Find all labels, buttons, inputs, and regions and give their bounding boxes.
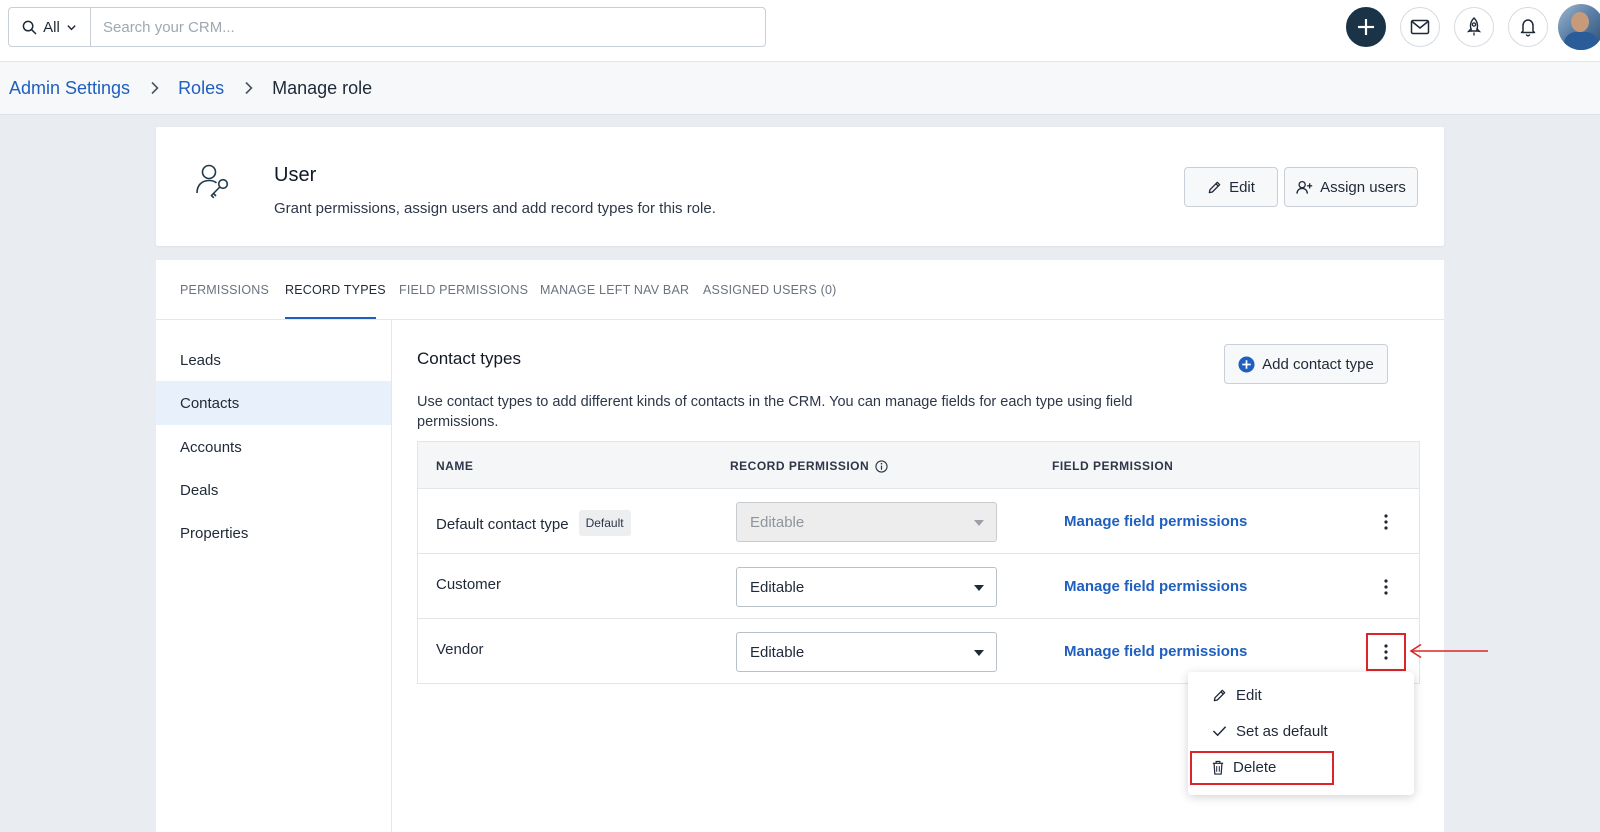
plus-icon (1358, 19, 1374, 35)
tab-record-types[interactable]: RECORD TYPES (285, 283, 386, 297)
manage-field-permissions-link[interactable]: Manage field permissions (1064, 643, 1247, 660)
bell-icon (1520, 19, 1536, 37)
caret-down-icon (974, 650, 984, 656)
chevron-down-icon (67, 24, 76, 30)
search-icon (22, 20, 37, 34)
record-permission-select: Editable (736, 502, 997, 542)
user-avatar[interactable] (1558, 4, 1600, 50)
assign-users-button[interactable]: Assign users (1284, 167, 1418, 207)
record-permission-value: Editable (750, 578, 805, 596)
record-permission-value: Editable (750, 643, 805, 661)
contact-types-table: NAME RECORD PERMISSION FIELD PERMISSION … (417, 441, 1420, 684)
table-header: NAME RECORD PERMISSION FIELD PERMISSION (417, 441, 1420, 489)
top-actions (1346, 4, 1600, 50)
edit-role-label: Edit (1229, 178, 1255, 196)
kebab-menu-icon (1384, 579, 1388, 595)
column-header-field-permission-label: FIELD PERMISSION (1052, 459, 1174, 473)
manage-field-permissions-link[interactable]: Manage field permissions (1064, 578, 1247, 595)
record-permission-select[interactable]: Editable (736, 567, 997, 607)
manage-field-permissions-link[interactable]: Manage field permissions (1064, 513, 1247, 530)
info-icon[interactable] (875, 459, 888, 473)
table-row: Customer Editable Manage field permissio… (417, 554, 1420, 619)
search-scope-dropdown[interactable]: All (9, 8, 91, 46)
record-type-nav: Leads Contacts Accounts Deals Properties (156, 320, 392, 832)
row-name: Vendor (436, 641, 484, 658)
chevron-right-icon (244, 81, 254, 95)
column-header-record-permission: RECORD PERMISSION (730, 459, 888, 473)
mail-button[interactable] (1400, 7, 1440, 47)
row-actions-menu: Edit Set as default Delete (1188, 672, 1414, 795)
top-bar: All (0, 0, 1600, 62)
column-header-name-label: NAME (436, 459, 474, 473)
tab-assigned-users[interactable]: ASSIGNED USERS (0) (703, 283, 837, 297)
column-header-record-permission-label: RECORD PERMISSION (730, 459, 870, 473)
column-header-name: NAME (436, 459, 473, 473)
role-key-icon (196, 164, 229, 199)
plus-circle-icon (1238, 355, 1255, 373)
breadcrumb-admin-settings[interactable]: Admin Settings (9, 78, 130, 99)
section-description: Use contact types to add different kinds… (417, 394, 1133, 430)
nav-item-deals[interactable]: Deals (156, 468, 391, 512)
role-header-card: User Grant permissions, assign users and… (156, 127, 1444, 246)
row-name: Customer (436, 576, 502, 593)
launch-button[interactable] (1454, 7, 1494, 47)
active-tab-indicator (285, 317, 376, 319)
role-title: User (274, 164, 317, 186)
caret-down-icon (974, 520, 984, 526)
search-input[interactable] (91, 8, 765, 46)
breadcrumb-current: Manage role (272, 77, 373, 98)
pencil-icon (1208, 181, 1221, 193)
default-badge: Default (578, 510, 631, 536)
edit-role-button[interactable]: Edit (1184, 167, 1278, 207)
delete-highlight-box (1190, 751, 1334, 785)
create-button[interactable] (1346, 7, 1386, 47)
menu-item-edit-label: Edit (1236, 686, 1262, 704)
add-contact-type-label: Add contact type (1262, 355, 1374, 373)
mail-icon (1410, 19, 1430, 35)
record-permission-value: Editable (750, 513, 805, 531)
tab-manage-left-nav-bar[interactable]: MANAGE LEFT NAV BAR (540, 283, 689, 297)
global-search: All (8, 7, 766, 47)
menu-item-set-as-default-label: Set as default (1236, 722, 1328, 740)
record-permission-select[interactable]: Editable (736, 632, 997, 672)
section-title: Contact types (417, 349, 521, 368)
row-name: Default contact type (436, 515, 569, 533)
pencil-icon (1213, 689, 1226, 701)
breadcrumb-roles[interactable]: Roles (178, 78, 224, 99)
row-name-cell: Vendor (436, 641, 484, 658)
kebab-menu-icon (1384, 644, 1388, 660)
kebab-menu-icon (1384, 514, 1388, 530)
tab-field-permissions[interactable]: FIELD PERMISSIONS (399, 283, 528, 297)
assign-users-label: Assign users (1320, 178, 1406, 196)
row-actions-button[interactable] (1368, 570, 1404, 604)
menu-item-edit[interactable]: Edit (1212, 683, 1262, 707)
rocket-icon (1466, 17, 1482, 36)
user-add-icon (1296, 180, 1313, 194)
nav-item-leads[interactable]: Leads (156, 338, 391, 382)
table-row: Default contact type Default Editable Ma… (417, 489, 1420, 554)
notifications-button[interactable] (1508, 7, 1548, 47)
chevron-right-icon (150, 81, 160, 95)
check-icon (1212, 726, 1227, 737)
caret-down-icon (974, 585, 984, 591)
role-tabs: PERMISSIONS RECORD TYPES FIELD PERMISSIO… (156, 260, 1444, 320)
nav-item-properties[interactable]: Properties (156, 511, 391, 555)
column-header-field-permission: FIELD PERMISSION (1052, 459, 1173, 473)
role-subtitle: Grant permissions, assign users and add … (274, 200, 716, 217)
row-actions-button[interactable] (1368, 505, 1404, 539)
search-scope-label: All (43, 18, 60, 36)
nav-item-accounts[interactable]: Accounts (156, 425, 391, 469)
add-contact-type-button[interactable]: Add contact type (1224, 344, 1388, 384)
row-name-cell: Default contact type Default (436, 510, 631, 537)
annotation-arrow-icon (1409, 643, 1488, 659)
row-actions-button[interactable] (1366, 633, 1406, 671)
nav-item-contacts[interactable]: Contacts (156, 381, 391, 425)
row-name-cell: Customer (436, 576, 501, 593)
breadcrumb: Admin Settings Roles Manage role (0, 62, 1600, 115)
tab-permissions[interactable]: PERMISSIONS (180, 283, 269, 297)
menu-item-set-as-default[interactable]: Set as default (1212, 719, 1328, 743)
